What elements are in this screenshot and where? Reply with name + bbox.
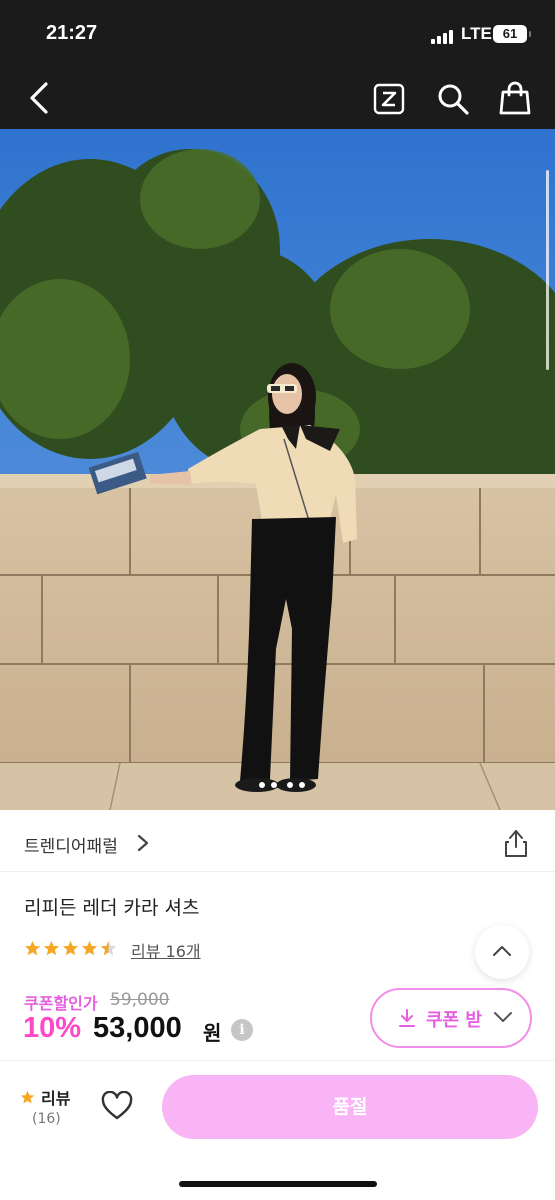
download-icon xyxy=(399,1009,415,1027)
review-count-link[interactable]: 리뷰 16개 xyxy=(131,938,201,962)
network-label: LTE xyxy=(461,24,492,43)
coupon-download-button[interactable]: 쿠폰 받 xyxy=(370,988,532,1048)
soldout-button[interactable]: 품절 xyxy=(162,1075,538,1139)
star-full-icon xyxy=(81,940,98,956)
review-summary[interactable]: 리뷰 xyxy=(20,1085,70,1109)
product-image[interactable] xyxy=(0,129,555,810)
search-icon[interactable] xyxy=(436,82,470,116)
star-full-icon xyxy=(24,940,41,956)
status-time: 21:27 xyxy=(46,22,98,44)
review-label: 리뷰 xyxy=(41,1089,71,1108)
star-full-icon xyxy=(62,940,79,956)
star-half-icon xyxy=(100,940,117,956)
scroll-to-top-button[interactable] xyxy=(475,925,529,979)
price-unit: 원 xyxy=(203,1021,222,1045)
brand-row[interactable]: 트렌디어패럴 xyxy=(0,810,555,872)
sale-price: 53,000 xyxy=(93,1012,182,1044)
product-title: 리피든 레더 카라 셔츠 xyxy=(24,897,200,919)
home-indicator xyxy=(179,1181,377,1187)
top-bar: 21:27 LTE 61 xyxy=(0,0,555,129)
share-icon[interactable] xyxy=(503,828,529,858)
shopping-bag-icon[interactable] xyxy=(498,80,532,116)
signal-icon xyxy=(431,28,453,44)
discount-rate: 10% xyxy=(23,1012,82,1044)
product-photo xyxy=(0,129,555,810)
image-scroll-indicator xyxy=(546,170,549,370)
info-icon[interactable]: i xyxy=(231,1019,253,1041)
chevron-up-icon xyxy=(493,946,511,956)
battery-icon: 61 xyxy=(493,25,531,43)
bottom-action-bar: 리뷰 (16) 품절 xyxy=(0,1060,555,1200)
back-icon[interactable] xyxy=(24,80,54,116)
coupon-price-label: 쿠폰할인가 xyxy=(24,994,98,1013)
original-price: 59,000 xyxy=(110,990,170,1010)
rating-stars xyxy=(24,940,117,957)
chevron-down-icon[interactable] xyxy=(493,1010,513,1024)
heart-icon[interactable] xyxy=(101,1091,133,1121)
star-icon xyxy=(20,1090,35,1103)
brand-name[interactable]: 트렌디어패럴 xyxy=(24,832,118,857)
zigzag-z-icon[interactable] xyxy=(373,83,405,115)
coupon-button-label: 쿠폰 받 xyxy=(426,1010,482,1031)
star-full-icon xyxy=(43,940,60,956)
chevron-right-icon xyxy=(137,834,149,852)
review-count: (16) xyxy=(32,1111,61,1127)
